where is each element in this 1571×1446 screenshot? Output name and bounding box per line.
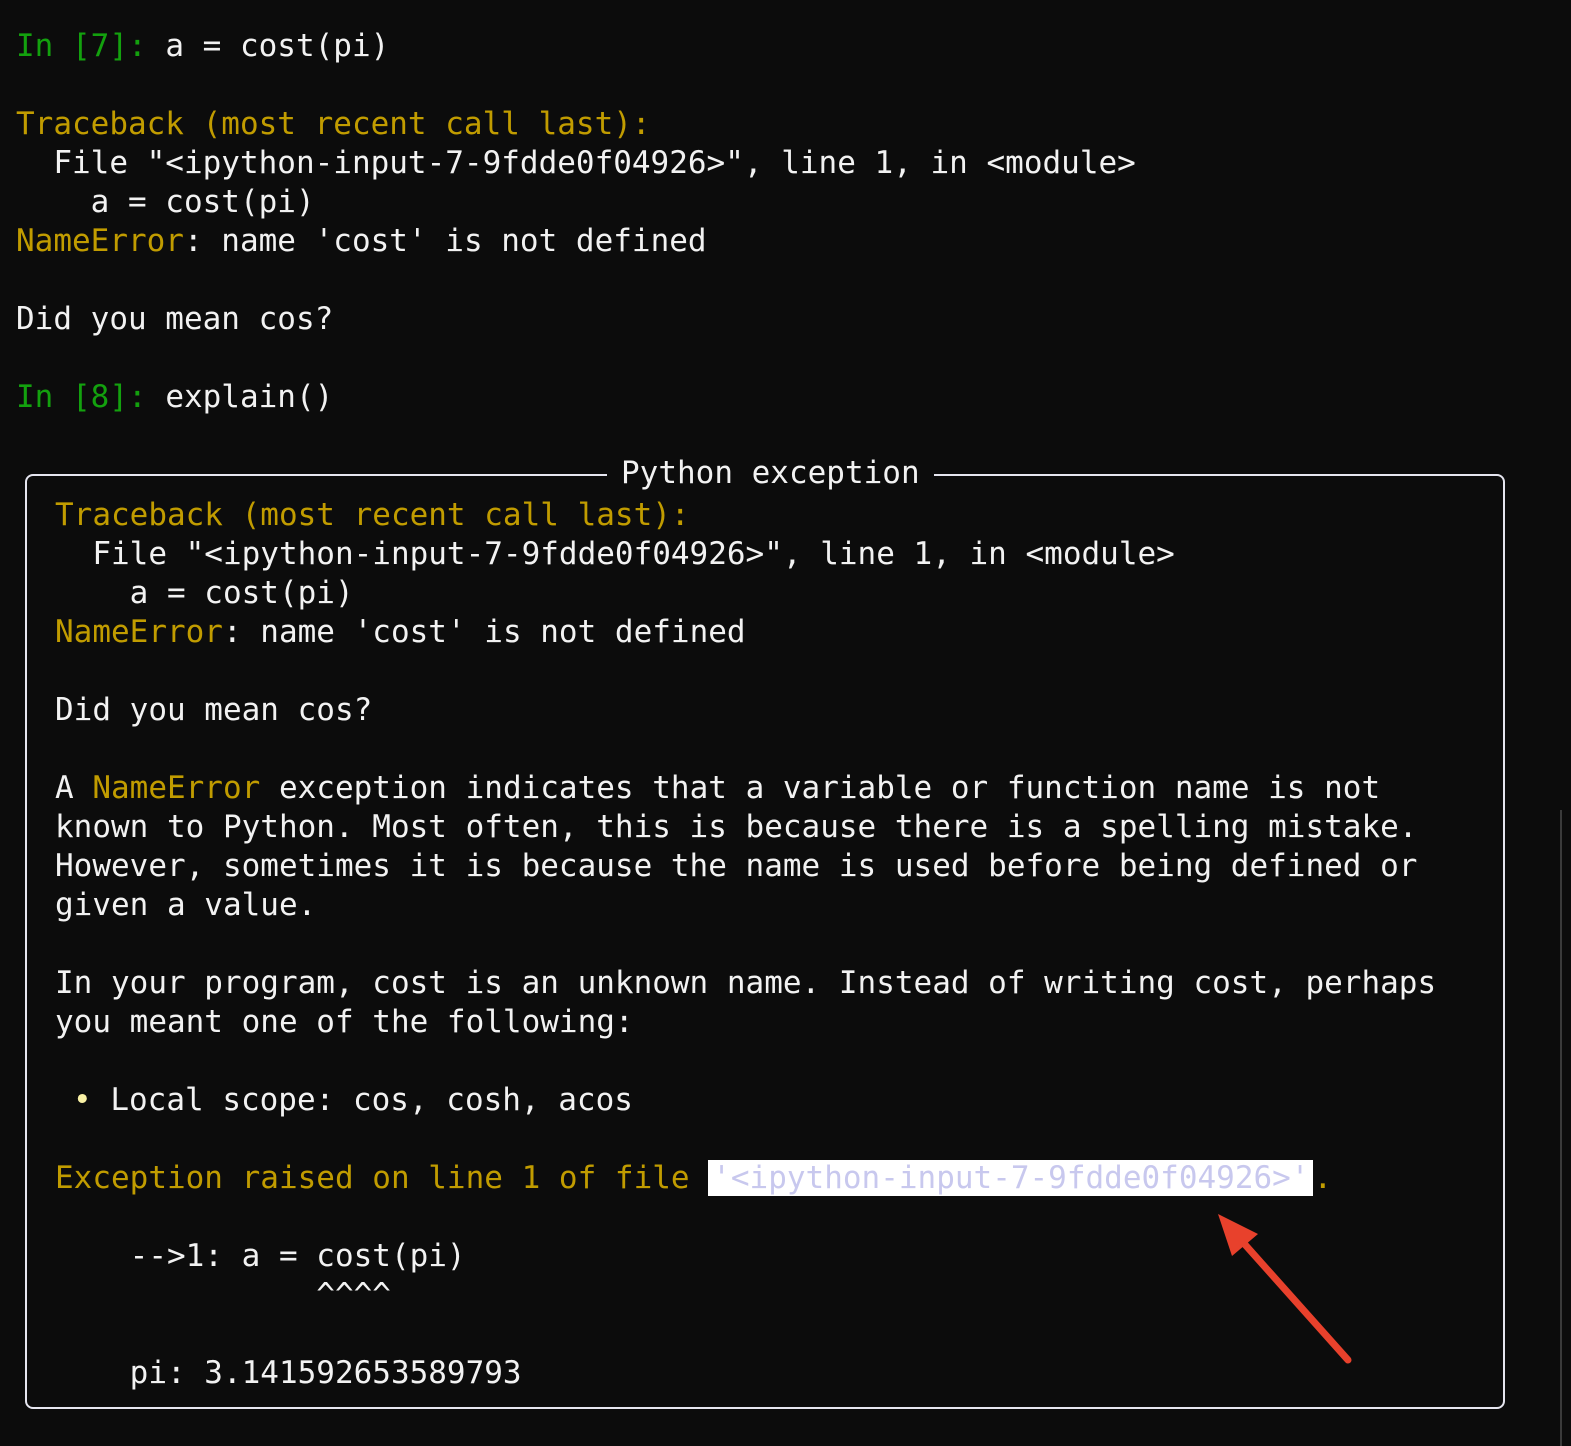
explanation-error-name: NameError — [92, 770, 261, 806]
explanation-prefix: A — [55, 770, 93, 806]
selected-file-name[interactable]: '<ipython-input-7-9fdde0f04926>' — [708, 1160, 1314, 1196]
prompt-in-8: In [8]: — [16, 379, 147, 415]
source-caret-line: ^^^^ — [55, 1277, 391, 1313]
explanation-line-2: known to Python. Most often, this is bec… — [55, 809, 1418, 845]
panel-traceback-header: Traceback (most recent call last): — [55, 497, 690, 533]
scope-list-item: • Local scope: cos, cosh, acos — [73, 1081, 633, 1120]
error-line: NameError: name 'cost' is not defined — [16, 222, 707, 261]
explanation-line-3: However, sometimes it is because the nam… — [55, 848, 1418, 884]
error-name: NameError — [16, 223, 184, 259]
traceback-header: Traceback (most recent call last): — [16, 106, 651, 142]
panel-error-message: : name 'cost' is not defined — [222, 614, 746, 650]
annotation-arrow-icon — [1218, 1214, 1352, 1364]
panel-traceback-code-line: a = cost(pi) — [55, 575, 354, 611]
source-arrow-line: -->1: a = cost(pi) — [55, 1238, 466, 1274]
panel-error-line: NameError: name 'cost' is not defined — [55, 613, 746, 652]
scrollbar[interactable] — [1560, 810, 1562, 1446]
bullet-icon: • — [73, 1082, 92, 1118]
panel-error-name: NameError — [55, 614, 223, 650]
local-scope-text: Local scope: cos, cosh, acos — [91, 1082, 633, 1118]
traceback-code-line: a = cost(pi) — [16, 184, 315, 220]
panel-traceback-file-line: File "<ipython-input-7-9fdde0f04926>", l… — [55, 536, 1175, 572]
exception-raised-period: . — [1313, 1160, 1333, 1196]
input-line-7: In [7]: a = cost(pi) — [16, 27, 389, 66]
explanation-rest: exception indicates that a variable or f… — [260, 770, 1381, 806]
panel-title: Python exception — [607, 454, 934, 493]
program-line-2: you meant one of the following: — [55, 1004, 634, 1040]
code-input-8: explain() — [146, 379, 334, 415]
hint-line: Did you mean cos? — [16, 301, 334, 337]
exception-raised-line: Exception raised on line 1 of file '<ipy… — [55, 1159, 1332, 1198]
exception-raised-text: Exception raised on line 1 of file — [55, 1160, 709, 1196]
explanation-line-1: A NameError exception indicates that a v… — [55, 769, 1380, 808]
error-message: : name 'cost' is not defined — [183, 223, 707, 259]
program-line-1: In your program, cost is an unknown name… — [55, 965, 1437, 1001]
code-input-7: a = cost(pi) — [146, 28, 390, 64]
traceback-file-line: File "<ipython-input-7-9fdde0f04926>", l… — [16, 145, 1136, 181]
variable-pi-line: pi: 3.141592653589793 — [55, 1355, 522, 1391]
panel-hint-line: Did you mean cos? — [55, 692, 373, 728]
prompt-in-7: In [7]: — [16, 28, 147, 64]
input-line-8: In [8]: explain() — [16, 378, 333, 417]
explanation-line-4: given a value. — [55, 887, 317, 923]
